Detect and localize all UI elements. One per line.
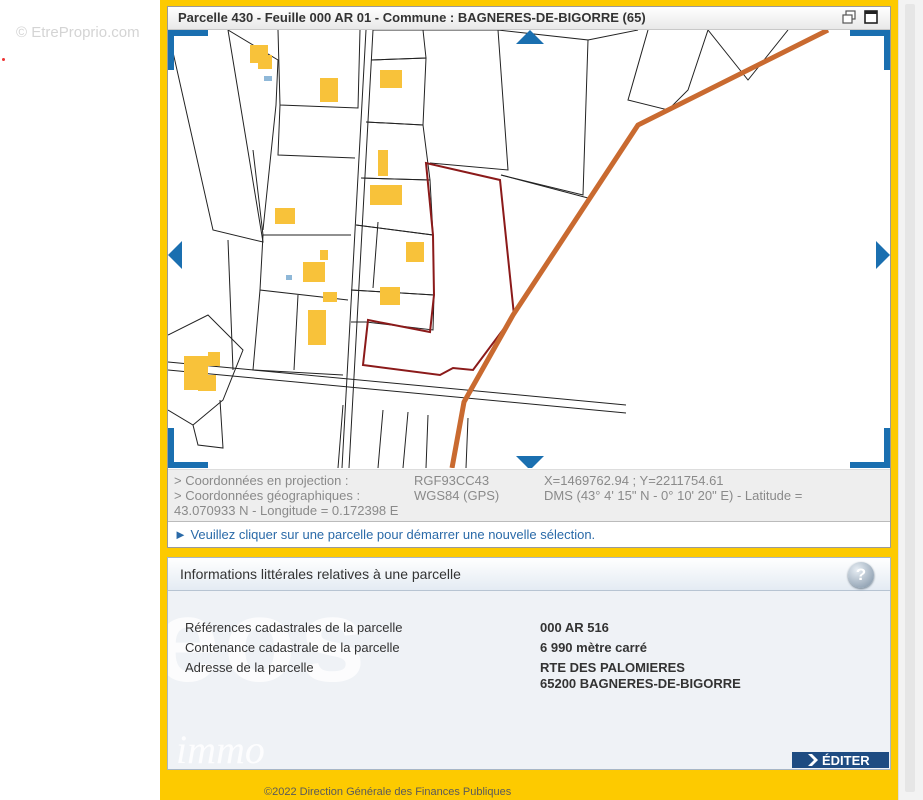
- help-icon[interactable]: ?: [848, 562, 874, 588]
- parcel-address-street: RTE DES PALOMIERES: [540, 660, 685, 675]
- geographic-label: > Coordonnées géographiques :: [174, 488, 361, 503]
- cadastral-reference-label: Références cadastrales de la parcelle: [185, 620, 403, 635]
- site-watermark: © EtreProprio.com: [16, 24, 140, 41]
- page-margin: [0, 0, 160, 800]
- scrollbar-track[interactable]: [905, 4, 915, 792]
- pan-left-icon[interactable]: [168, 241, 182, 269]
- map-titlebar: Parcelle 430 - Feuille 000 AR 01 - Commu…: [168, 7, 890, 30]
- cadastral-area-label: Contenance cadastrale de la parcelle: [185, 640, 400, 655]
- pan-down-icon[interactable]: [516, 456, 544, 468]
- edit-button-label: ÉDITER: [822, 753, 870, 768]
- cadastral-area-value: 6 990 mètre carré: [540, 640, 647, 655]
- maximize-window-icon[interactable]: [864, 10, 878, 24]
- red-dot: [2, 58, 5, 61]
- water-marker: [286, 275, 292, 280]
- coordinates-box: > Coordonnées en projection : RGF93CC43 …: [168, 469, 890, 522]
- footer-copyright: ©2022 Direction Générale des Finances Pu…: [264, 786, 512, 798]
- scrollbar[interactable]: [898, 0, 923, 800]
- pan-right-icon[interactable]: [876, 241, 890, 269]
- instruction-text: ► Veuillez cliquer sur une parcelle pour…: [174, 527, 596, 542]
- chevron-right-icon: [808, 754, 818, 766]
- parcel-info-panel: eos immo Informations littérales relativ…: [167, 557, 891, 770]
- map-canvas[interactable]: [168, 30, 890, 468]
- background-script: immo: [176, 727, 265, 770]
- parcel-address-city: 65200 BAGNERES-DE-BIGORRE: [540, 676, 741, 691]
- buildings: [184, 45, 424, 391]
- geographic-system: WGS84 (GPS): [414, 488, 500, 503]
- info-title: Informations littérales relatives à une …: [180, 566, 461, 582]
- projection-value: X=1469762.94 ; Y=2211754.61: [544, 473, 724, 488]
- map-panel: Parcelle 430 - Feuille 000 AR 01 - Commu…: [167, 6, 891, 548]
- info-header: Informations littérales relatives à une …: [168, 558, 890, 591]
- projection-system: RGF93CC43: [414, 473, 490, 488]
- geographic-value-cont: 43.070933 N - Longitude = 0.172398 E: [174, 503, 399, 518]
- cadastral-map[interactable]: [168, 30, 890, 468]
- map-title: Parcelle 430 - Feuille 000 AR 01 - Commu…: [178, 10, 646, 25]
- cadastral-reference-value: 000 AR 516: [540, 620, 609, 635]
- projection-label: > Coordonnées en projection :: [174, 473, 349, 488]
- restore-window-icon[interactable]: [842, 10, 856, 24]
- selection-instruction: ► Veuillez cliquer sur une parcelle pour…: [168, 521, 890, 547]
- road-edge: [341, 30, 374, 468]
- edit-button[interactable]: ÉDITER: [792, 752, 889, 768]
- water-marker: [264, 76, 272, 81]
- parcel-address-label: Adresse de la parcelle: [185, 660, 314, 675]
- geographic-value: DMS (43° 4' 15" N - 0° 10' 20" E) - Lati…: [544, 488, 803, 503]
